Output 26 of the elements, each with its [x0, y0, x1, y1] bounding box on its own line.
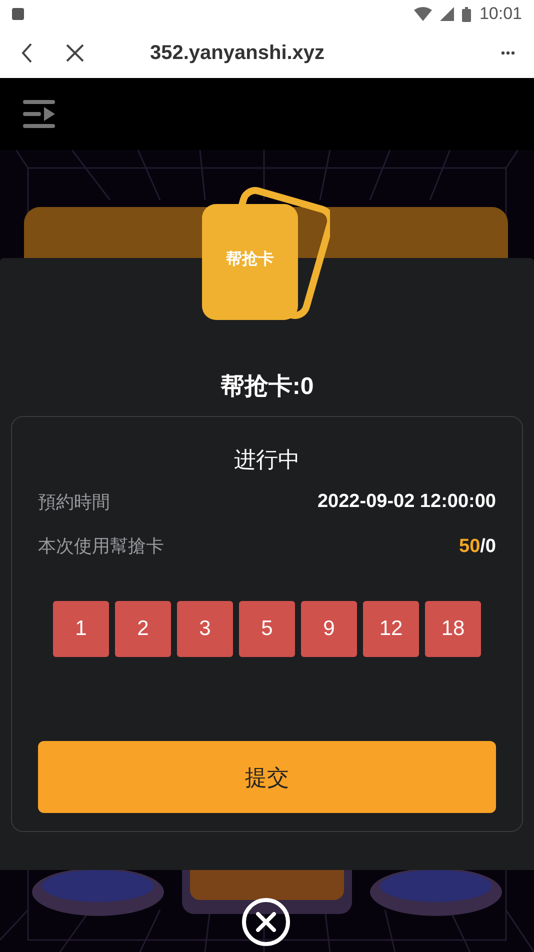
row-label: 本次使用幫搶卡	[38, 535, 164, 558]
number-button[interactable]: 9	[301, 601, 357, 657]
more-icon	[501, 51, 515, 55]
status-text: 进行中	[233, 446, 301, 474]
menu-button[interactable]	[22, 98, 56, 130]
number-button[interactable]: 2	[115, 601, 171, 657]
title: 帮抢卡:0	[220, 372, 314, 402]
row-label: 預約時間	[38, 490, 110, 514]
number-button[interactable]: 18	[425, 601, 481, 657]
row-value: 50/0	[459, 534, 496, 558]
submit-button[interactable]: 提交	[38, 741, 496, 813]
number-button[interactable]: 12	[363, 601, 419, 657]
number-button[interactable]: 1	[53, 601, 109, 657]
signal-icon	[440, 7, 454, 21]
card-label: 帮抢卡	[225, 250, 275, 270]
card-stack-icon	[200, 186, 330, 322]
close-circle-button[interactable]	[242, 898, 290, 946]
wifi-icon	[414, 7, 432, 21]
battery-icon	[462, 6, 472, 22]
close-icon	[256, 912, 276, 932]
clock-time: 10:01	[479, 3, 522, 26]
row-value: 2022-09-02 12:00:00	[317, 490, 496, 514]
number-button[interactable]: 3	[177, 601, 233, 657]
close-button[interactable]	[64, 42, 86, 64]
number-button[interactable]: 5	[239, 601, 295, 657]
page-title: 352.yanyanshi.xyz	[150, 41, 325, 66]
